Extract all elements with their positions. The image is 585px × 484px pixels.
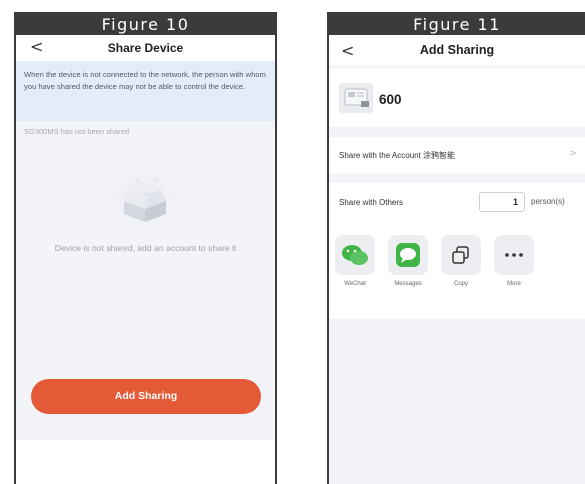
device-thumbnail-icon (339, 83, 373, 113)
page: Figure 10 < Share Device When the device… (0, 0, 585, 484)
empty-state-illustration (16, 143, 275, 243)
person-count-input[interactable]: 1 (479, 192, 525, 212)
figure-caption: Figure 10 (16, 14, 275, 35)
wechat-icon (335, 235, 375, 275)
page-title: Share Device (107, 41, 184, 55)
share-options-row: WeChat Messages Copy More (329, 223, 585, 319)
share-option-messages[interactable]: Messages (386, 235, 430, 287)
share-with-account-row[interactable]: Share with the Account 涂鸦智能 > (329, 137, 585, 173)
add-sharing-button[interactable]: Add Sharing (31, 379, 261, 414)
figure-caption: Figure 11 (329, 14, 585, 35)
nav-bar: < Share Device (16, 35, 275, 61)
figure-11-phone: Figure 11 < Add Sharing 600 Share with t… (327, 12, 585, 484)
share-status-text: SG300MS has not been shared (24, 127, 130, 136)
device-row: 600 (329, 69, 585, 127)
others-row-label: Share with Others (339, 198, 404, 207)
separator (329, 127, 585, 137)
share-option-label: Copy (453, 281, 468, 287)
person-unit-label: person(s) (531, 197, 565, 206)
share-option-label: More (507, 281, 521, 287)
separator (329, 173, 585, 183)
share-option-label: Messages (394, 281, 422, 287)
share-with-others-row: Share with Others 1 person(s) (329, 183, 585, 223)
more-icon (494, 235, 534, 275)
share-option-more[interactable]: More (492, 235, 536, 287)
chevron-left-icon[interactable]: < (341, 42, 354, 60)
device-name: 600 (379, 92, 402, 107)
share-option-copy[interactable]: Copy (439, 235, 483, 287)
empty-state-message: Device is not shared, add an account to … (54, 243, 237, 253)
messages-icon (388, 235, 428, 275)
page-title: Add Sharing (419, 43, 495, 57)
share-option-label: WeChat (344, 281, 366, 287)
account-row-label: Share with the Account 涂鸦智能 (339, 151, 456, 160)
open-box-icon (124, 177, 166, 222)
chevron-left-icon[interactable]: < (30, 38, 43, 56)
figure-10-phone: Figure 10 < Share Device When the device… (14, 12, 277, 484)
bottom-area (16, 440, 275, 484)
share-option-wechat[interactable]: WeChat (333, 235, 377, 287)
chevron-right-icon: > (568, 148, 577, 159)
notice-banner: When the device is not connected to the … (16, 61, 275, 121)
nav-bar: < Add Sharing (329, 35, 585, 65)
copy-icon (441, 235, 481, 275)
